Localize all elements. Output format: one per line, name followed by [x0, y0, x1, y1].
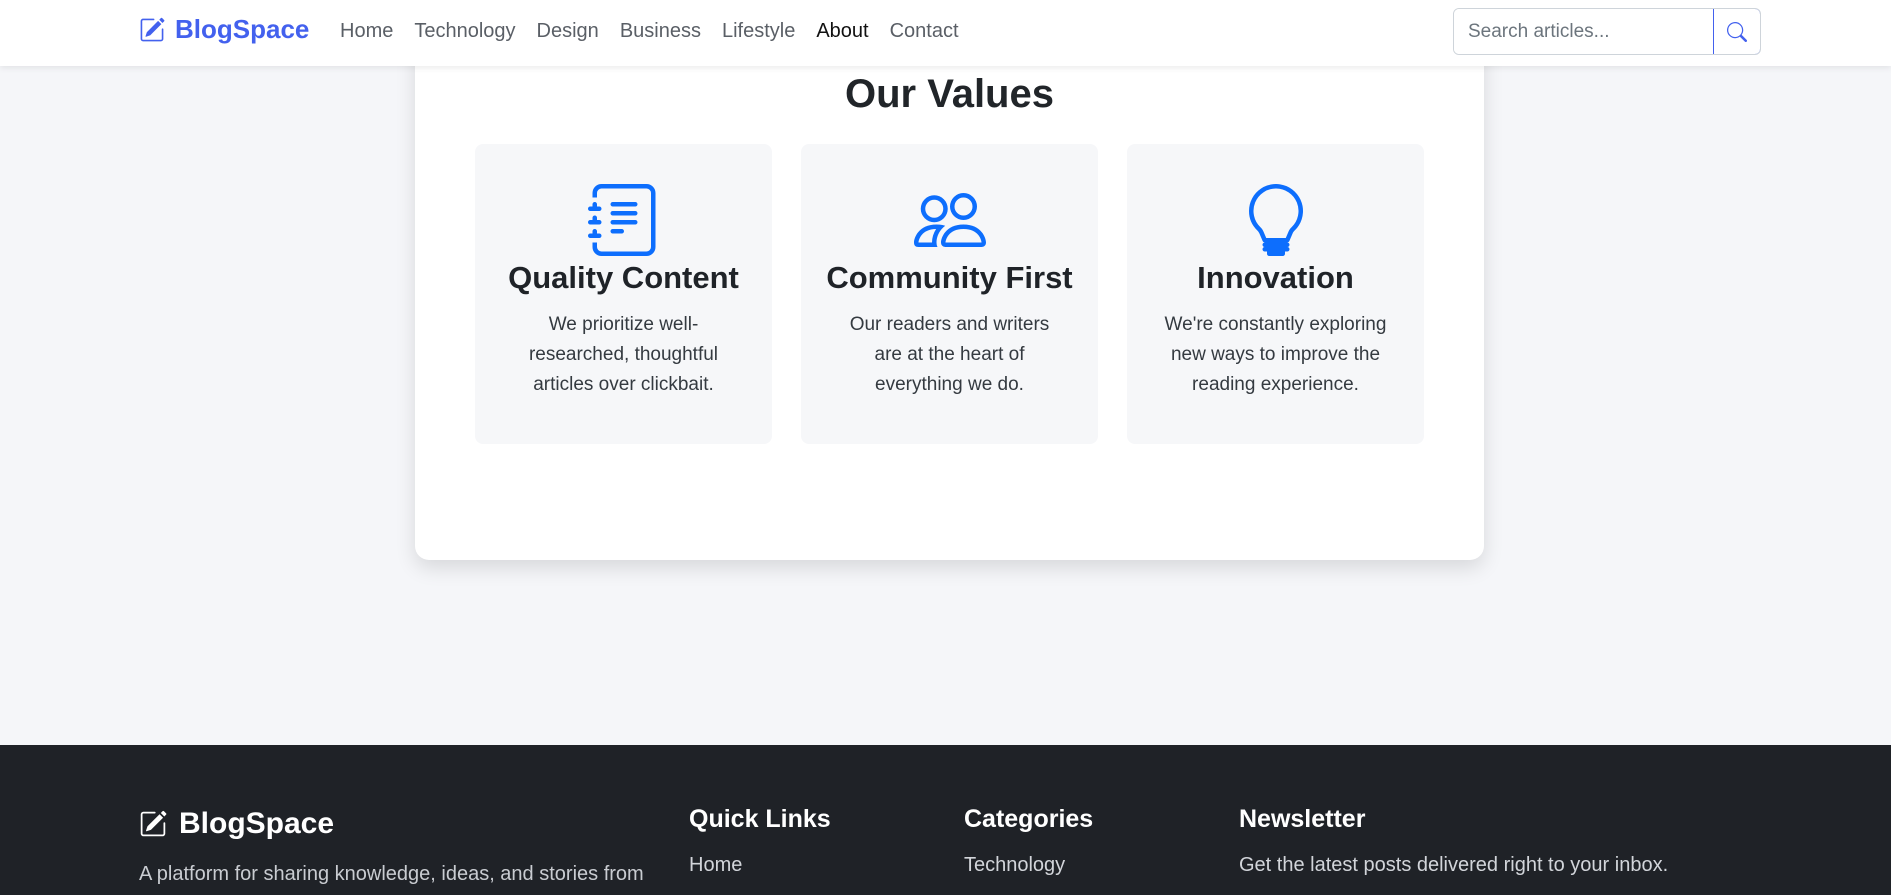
value-title: Innovation: [1197, 260, 1354, 295]
search-button[interactable]: [1713, 9, 1760, 54]
footer-categories: Categories Technology: [964, 805, 1093, 877]
values-heading: Our Values: [845, 72, 1054, 116]
search-input[interactable]: [1454, 9, 1713, 54]
value-card-innovation: Innovation We're constantly exploring ne…: [1127, 144, 1424, 444]
nav-link-business[interactable]: Business: [620, 20, 701, 43]
pencil-square-icon: [140, 17, 165, 41]
footer: BlogSpace A platform for sharing knowled…: [0, 745, 1891, 895]
nav-link-contact[interactable]: Contact: [890, 20, 959, 43]
lightbulb-icon: [1248, 184, 1303, 256]
categories-heading: Categories: [964, 805, 1094, 833]
newsletter-heading: Newsletter: [1239, 805, 1366, 833]
value-card-quality: Quality Content We prioritize well-resea…: [475, 144, 772, 444]
value-text: We're constantly exploring new ways to i…: [1164, 314, 1387, 395]
footer-link-technology[interactable]: Technology: [964, 854, 1093, 877]
footer-newsletter: Newsletter Get the latest posts delivere…: [1239, 805, 1668, 877]
nav-link-lifestyle[interactable]: Lifestyle: [722, 20, 795, 43]
value-title: Quality Content: [508, 260, 739, 295]
footer-brand-name: BlogSpace: [179, 807, 335, 840]
journal-text-icon: [587, 184, 655, 256]
nav-link-home[interactable]: Home: [340, 20, 393, 43]
footer-brand: BlogSpace: [139, 807, 334, 841]
footer-quick-links: Quick Links Home: [689, 805, 831, 877]
value-text: Our readers and writers are at the heart…: [849, 314, 1050, 395]
quick-links-heading: Quick Links: [689, 805, 831, 833]
nav-link-design[interactable]: Design: [537, 20, 599, 43]
about-card: Our Values Quality Content We prioritize…: [415, 0, 1484, 560]
brand-link[interactable]: BlogSpace: [139, 14, 309, 45]
search-form: [1453, 8, 1761, 55]
nav-links: Home Technology Design Business Lifestyl…: [340, 20, 980, 43]
search-icon: [1727, 21, 1747, 42]
newsletter-text: Get the latest posts delivered right to …: [1239, 854, 1669, 876]
people-icon: [913, 193, 986, 247]
nav-link-technology[interactable]: Technology: [414, 20, 515, 43]
value-text: We prioritize well-researched, thoughtfu…: [528, 314, 719, 395]
footer-link-home[interactable]: Home: [689, 854, 831, 877]
value-card-community: Community First Our readers and writers …: [801, 144, 1098, 444]
brand-name: BlogSpace: [175, 14, 310, 44]
pencil-square-icon: [140, 810, 167, 837]
nav-link-about[interactable]: About: [816, 20, 868, 43]
navbar: BlogSpace Home Technology Design Busines…: [0, 0, 1891, 66]
footer-description: A platform for sharing knowledge, ideas,…: [139, 863, 644, 885]
value-title: Community First: [826, 260, 1073, 295]
